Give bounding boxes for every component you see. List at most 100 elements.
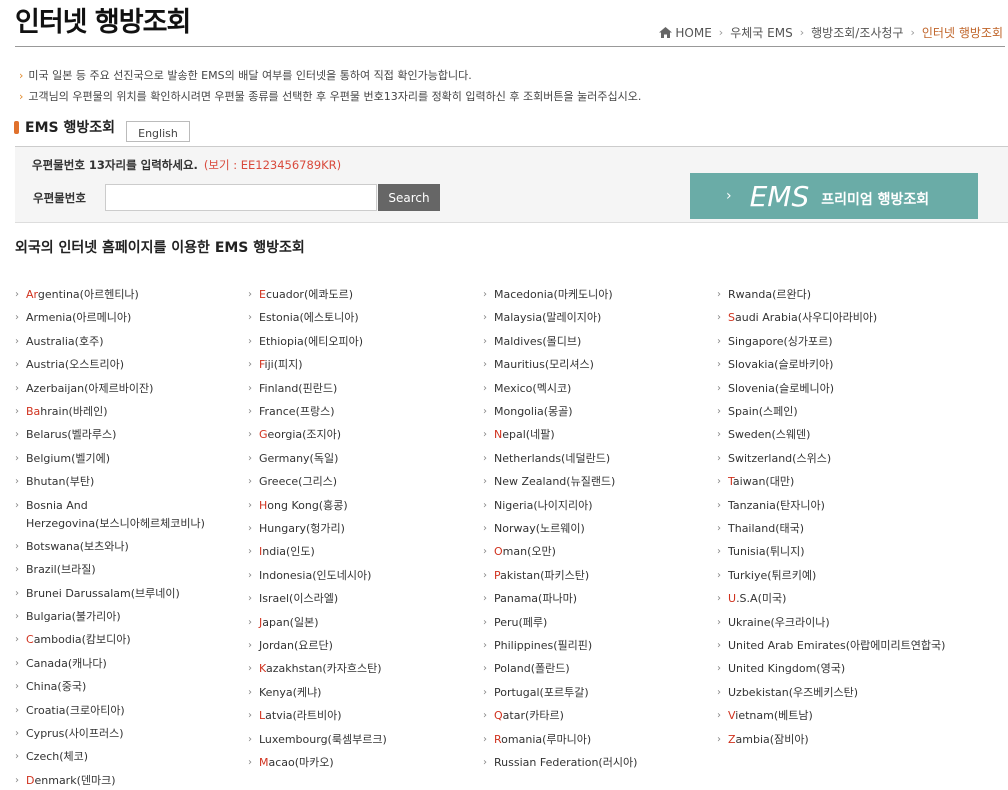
chevron-right-icon: ›	[15, 751, 19, 762]
chevron-right-icon: ›	[248, 359, 252, 370]
chevron-right-icon: ›	[15, 541, 19, 552]
country-name: Argentina(아르헨티나)	[26, 288, 139, 301]
country-name: Armenia(아르메니아)	[26, 311, 132, 324]
chevron-right-icon: ›	[717, 710, 721, 721]
search-hint: 우편물번호 13자리를 입력하세요. (보기 : EE123456789KR)	[32, 158, 342, 172]
country-name: Czech(체코)	[26, 750, 89, 763]
chevron-right-icon: ›	[483, 383, 487, 394]
country-name: Brazil(브라질)	[26, 563, 96, 576]
chevron-right-icon: ›	[483, 640, 487, 651]
chevron-right-icon: ›	[483, 710, 487, 721]
section-marker-icon	[14, 120, 19, 134]
ems-premium-tracking-button[interactable]: › EMS 프리미엄 행방조회	[690, 173, 978, 219]
country-name: Ethiopia(에티오피아)	[259, 335, 363, 348]
breadcrumb-current[interactable]: 인터넷 행방조회	[922, 24, 1003, 41]
country-name: Uzbekistan(우즈베키스탄)	[728, 686, 859, 699]
chevron-right-icon: ›	[248, 500, 252, 511]
country-name: Macao(마카오)	[259, 756, 334, 769]
country-name: France(프랑스)	[259, 405, 335, 418]
chevron-right-icon: ›	[717, 289, 721, 300]
country-name: Luxembourg(룩셈부르크)	[259, 733, 387, 746]
chevron-right-icon: ›	[15, 289, 19, 300]
notice-item: › 고객님의 우편물의 위치를 확인하시려면 우편물 종류를 선택한 후 우편물 …	[19, 90, 642, 103]
chevron-right-icon: ›	[15, 681, 19, 692]
chevron-right-icon: ›	[248, 757, 252, 768]
country-name: India(인도)	[259, 545, 315, 558]
chevron-right-icon: ›	[483, 687, 487, 698]
country-name: Cambodia(캄보디아)	[26, 633, 131, 646]
country-name: Rwanda(르완다)	[728, 288, 812, 301]
chevron-right-icon: ›	[15, 312, 19, 323]
bullet-arrow-icon: ›	[19, 69, 24, 82]
chevron-right-icon: ›	[483, 336, 487, 347]
country-name: Philippines(필리핀)	[494, 639, 593, 652]
premium-label: 프리미엄 행방조회	[821, 192, 930, 208]
country-name: Bhutan(부탄)	[26, 475, 95, 488]
chevron-right-icon: ›	[717, 429, 721, 440]
country-name: Canada(캐나다)	[26, 657, 107, 670]
tracking-number-label: 우편물번호	[33, 191, 86, 205]
breadcrumb-home[interactable]: HOME	[675, 26, 711, 40]
country-name: Spain(스페인)	[728, 405, 798, 418]
country-name: Portugal(포르투갈)	[494, 686, 589, 699]
chevron-right-icon: ›	[717, 523, 721, 534]
tracking-number-input[interactable]	[105, 184, 377, 211]
country-name: Hungary(헝가리)	[259, 522, 345, 535]
chevron-right-icon: ›	[483, 523, 487, 534]
country-name: Georgia(조지아)	[259, 428, 342, 441]
country-name: Peru(페루)	[494, 616, 548, 629]
country-name: Fiji(피지)	[259, 358, 303, 371]
foreign-sites-heading: 외국의 인터넷 홈페이지를 이용한 EMS 행방조회	[15, 240, 305, 256]
country-name: Brunei Darussalam(브루네이)	[26, 587, 180, 600]
country-name: Mongolia(몽골)	[494, 405, 573, 418]
search-button[interactable]: Search	[378, 184, 440, 211]
chevron-right-icon: ›	[717, 383, 721, 394]
chevron-right-icon: ›	[717, 593, 721, 604]
chevron-right-icon: ›	[248, 476, 252, 487]
chevron-right-icon: ›	[483, 663, 487, 674]
country-name: Vietnam(베트남)	[728, 709, 813, 722]
chevron-right-icon: ›	[15, 588, 19, 599]
english-button[interactable]: English	[126, 121, 190, 142]
chevron-right-icon: ›	[248, 523, 252, 534]
chevron-right-icon: ›	[248, 687, 252, 698]
country-name: Botswana(보츠와나)	[26, 540, 129, 553]
chevron-right-icon: ›	[717, 687, 721, 698]
country-name: Mauritius(모리셔스)	[494, 358, 594, 371]
country-name: United Arab Emirates(아랍에미리트연합국)	[728, 639, 946, 652]
chevron-right-icon: ›	[717, 359, 721, 370]
breadcrumb-tracking[interactable]: 행방조회/조사청구	[811, 24, 903, 41]
chevron-right-icon: ›	[717, 476, 721, 487]
country-name: U.S.A(미국)	[728, 592, 787, 605]
country-name: Malaysia(말레이지아)	[494, 311, 602, 324]
chevron-right-icon: ›	[248, 336, 252, 347]
country-name: Macedonia(마케도니아)	[494, 288, 613, 301]
country-name: Israel(이스라엘)	[259, 592, 339, 605]
country-name: Maldives(몰디브)	[494, 335, 582, 348]
country-name: Japan(일본)	[259, 616, 319, 629]
country-name: Pakistan(파키스탄)	[494, 569, 590, 582]
chevron-right-icon: ›	[15, 611, 19, 622]
chevron-right-icon: ›	[717, 546, 721, 557]
chevron-right-icon: ›	[248, 406, 252, 417]
chevron-right-icon: ›	[248, 546, 252, 557]
country-name: Finland(핀란드)	[259, 382, 338, 395]
chevron-right-icon: ›	[483, 546, 487, 557]
country-name: Zambia(잠비아)	[728, 733, 809, 746]
breadcrumb-ems[interactable]: 우체국 EMS	[730, 24, 793, 41]
country-name: Kazakhstan(카자흐스탄)	[259, 662, 382, 675]
chevron-right-icon: ›	[248, 734, 252, 745]
chevron-right-icon: ›	[15, 429, 19, 440]
country-name: Norway(노르웨이)	[494, 522, 585, 535]
chevron-right-icon: ›	[717, 734, 721, 745]
country-name: Poland(폴란드)	[494, 662, 570, 675]
chevron-right-icon: ›	[15, 775, 19, 786]
chevron-right-icon: ›	[248, 383, 252, 394]
home-icon[interactable]	[659, 27, 673, 38]
country-name: Bahrain(바레인)	[26, 405, 108, 418]
country-name: Latvia(라트비아)	[259, 709, 342, 722]
chevron-right-icon: ›	[483, 359, 487, 370]
country-name: Estonia(에스토니아)	[259, 311, 359, 324]
chevron-right-icon: ›	[248, 453, 252, 464]
country-name: Ukraine(우크라이나)	[728, 616, 830, 629]
